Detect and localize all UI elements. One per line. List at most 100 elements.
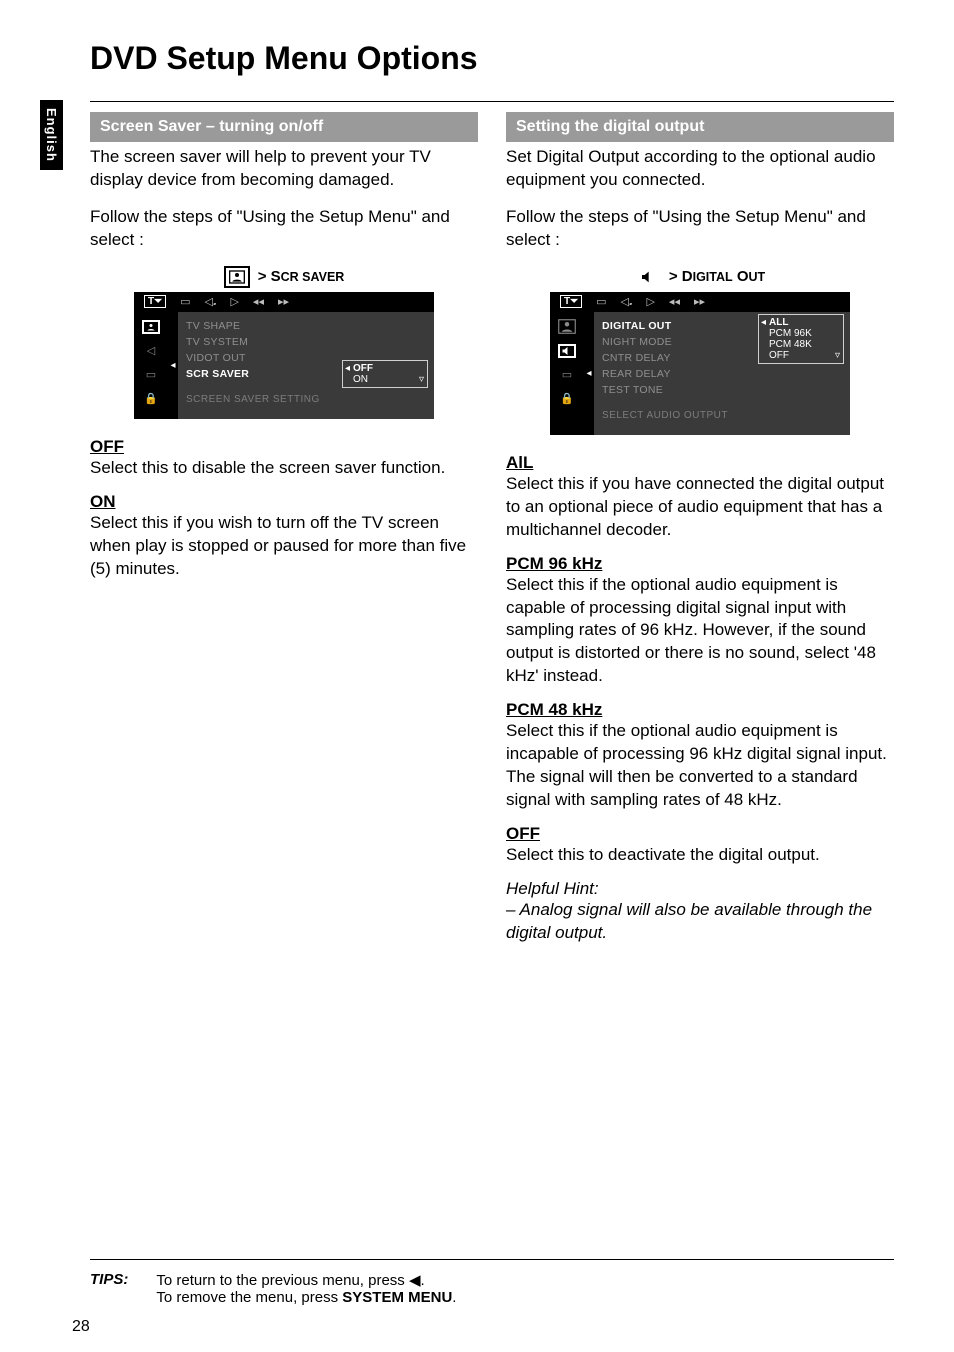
crumb-mid: O — [733, 268, 749, 285]
fastfwd-icon: ▸▸ — [694, 295, 705, 308]
tv-icon: ▭ — [180, 295, 190, 308]
osd-topbar: T⏷ ▭ ◁𝅘 ▷ ◂◂ ▸▸ — [550, 292, 850, 312]
left-column: Screen Saver – turning on/off The screen… — [90, 112, 478, 945]
osd-menu: DIGITAL OUT NIGHT MODE CNTR DELAY REAR D… — [594, 312, 850, 435]
term-block: ON Select this if you wish to turn off t… — [90, 492, 478, 581]
footer-line1-post: . — [421, 1272, 425, 1289]
term-title: PCM 48 kHz — [506, 700, 894, 720]
footer-text: To return to the previous menu, press ◀.… — [156, 1271, 456, 1306]
term-block: AlL Select this if you have connected th… — [506, 453, 894, 542]
term-body: Select this to disable the screen saver … — [90, 457, 478, 480]
page: English DVD Setup Menu Options Screen Sa… — [0, 0, 954, 1352]
left-triangle-icon: ◀ — [409, 1272, 421, 1289]
term-title: OFF — [506, 824, 894, 844]
crumb-rest: UT — [749, 270, 766, 284]
term-title: AlL — [506, 453, 894, 473]
osd-tri: ◂ — [168, 312, 178, 419]
osd-subopt: OFF — [353, 363, 423, 374]
footer: TIPS: To return to the previous menu, pr… — [90, 1271, 894, 1306]
tips-label: TIPS: — [90, 1271, 128, 1288]
language-tab: English — [40, 100, 63, 170]
right-intro: Set Digital Output according to the opti… — [506, 146, 894, 192]
osd-subopt: PCM 96K — [769, 328, 839, 339]
right-column: Setting the digital output Set Digital O… — [506, 112, 894, 945]
osd-body: ◁ ▭ 🔒 ◂ TV SHAPE TV SYSTEM VIDOT OUT SCR… — [134, 312, 434, 419]
sidebar-subtitle-icon: ▭ — [142, 368, 160, 382]
term-body: Select this if the optional audio equipm… — [506, 574, 894, 689]
osd-subopt: ALL — [769, 317, 839, 328]
footer-rule — [90, 1259, 894, 1260]
osd-item: TEST TONE — [602, 382, 842, 398]
left-arrow-icon: ◂ — [761, 317, 766, 328]
term-block: OFF Select this to disable the screen sa… — [90, 437, 478, 480]
osd-sublist: ◂ ALL PCM 96K PCM 48K OFF ▿ — [758, 314, 844, 364]
person-icon — [224, 266, 250, 288]
osd-sidebar: ◁ ▭ 🔒 — [134, 312, 168, 419]
crumb-main: S — [271, 268, 281, 285]
osd-hint: SCREEN SAVER SETTING — [186, 394, 426, 405]
osd-item: TV SHAPE — [186, 318, 426, 334]
osd-body: ▭ 🔒 ◂ DIGITAL OUT NIGHT MODE CNTR DELAY … — [550, 312, 850, 435]
term-body: Select this if the optional audio equipm… — [506, 720, 894, 812]
term-body: Select this to deactivate the digital ou… — [506, 844, 894, 867]
topbar-sel-icon: T⏷ — [560, 295, 582, 308]
crumb-prefix: > — [258, 268, 271, 285]
term-body: Select this if you wish to turn off the … — [90, 512, 478, 581]
down-arrow-icon: ▿ — [835, 350, 840, 361]
fastfwd-icon: ▸▸ — [278, 295, 289, 308]
left-section-title: Screen Saver – turning on/off — [90, 112, 478, 142]
footer-line2-pre: To remove the menu, press — [156, 1289, 342, 1306]
sidebar-speaker-icon — [558, 344, 576, 358]
topbar-sel-icon: T⏷ — [144, 295, 166, 308]
right-breadcrumb: > DIGITAL OUT — [506, 266, 894, 288]
crumb-prefix: > — [669, 268, 682, 285]
crumb-rest: IGITAL — [693, 270, 733, 284]
tv-icon: ▭ — [596, 295, 606, 308]
speaker-icon — [635, 266, 661, 288]
right-follow: Follow the steps of "Using the Setup Men… — [506, 206, 894, 252]
right-osd: T⏷ ▭ ◁𝅘 ▷ ◂◂ ▸▸ ▭ 🔒 ◂ DIG — [550, 292, 850, 435]
footer-line2-bold: SYSTEM MENU — [342, 1289, 452, 1306]
play-icon: ▷ — [230, 295, 238, 308]
columns: Screen Saver – turning on/off The screen… — [90, 112, 894, 945]
sidebar-person-icon — [558, 320, 576, 334]
left-osd: T⏷ ▭ ◁𝅘 ▷ ◂◂ ▸▸ ◁ ▭ 🔒 ◂ TV — [134, 292, 434, 419]
term-title: ON — [90, 492, 478, 512]
sidebar-subtitle-icon: ▭ — [558, 368, 576, 382]
crumb-rest: CR SAVER — [281, 270, 345, 284]
term-block: PCM 96 kHz Select this if the optional a… — [506, 554, 894, 689]
helpful-hint-body: – Analog signal will also be available t… — [506, 899, 894, 945]
osd-sublist: ◂ OFF ON ▿ — [342, 360, 428, 388]
right-section-title: Setting the digital output — [506, 112, 894, 142]
term-block: OFF Select this to deactivate the digita… — [506, 824, 894, 867]
osd-subopt: ON — [353, 374, 423, 385]
term-title: OFF — [90, 437, 478, 457]
osd-subopt: OFF — [769, 350, 839, 361]
osd-sidebar: ▭ 🔒 — [550, 312, 584, 435]
osd-topbar: T⏷ ▭ ◁𝅘 ▷ ◂◂ ▸▸ — [134, 292, 434, 312]
title-rule — [90, 101, 894, 102]
sidebar-person-icon — [142, 320, 160, 334]
rewind-icon: ◂◂ — [253, 295, 264, 308]
helpful-hint-title: Helpful Hint: — [506, 879, 894, 899]
osd-tri: ◂ — [584, 312, 594, 435]
down-arrow-icon: ▿ — [419, 374, 424, 385]
sidebar-lock-icon: 🔒 — [558, 392, 576, 406]
osd-hint: SELECT AUDIO OUTPUT — [602, 410, 842, 421]
osd-menu: TV SHAPE TV SYSTEM VIDOT OUT SCR SAVER ◂… — [178, 312, 434, 419]
play-icon: ▷ — [646, 295, 654, 308]
osd-item: TV SYSTEM — [186, 334, 426, 350]
speaker-icon: ◁𝅘 — [621, 295, 633, 309]
footer-line1-pre: To return to the previous menu, press — [156, 1272, 409, 1289]
osd-subopt: PCM 48K — [769, 339, 839, 350]
page-title: DVD Setup Menu Options — [90, 40, 894, 77]
left-arrow-icon: ◂ — [345, 363, 350, 374]
sidebar-speaker-icon: ◁ — [142, 344, 160, 358]
footer-line2-post: . — [452, 1289, 456, 1306]
speaker-icon: ◁𝅘 — [205, 295, 217, 309]
term-block: PCM 48 kHz Select this if the optional a… — [506, 700, 894, 812]
left-follow: Follow the steps of "Using the Setup Men… — [90, 206, 478, 252]
right-crumb-text: > DIGITAL OUT — [669, 268, 765, 285]
crumb-main: D — [682, 268, 693, 285]
left-intro: The screen saver will help to prevent yo… — [90, 146, 478, 192]
